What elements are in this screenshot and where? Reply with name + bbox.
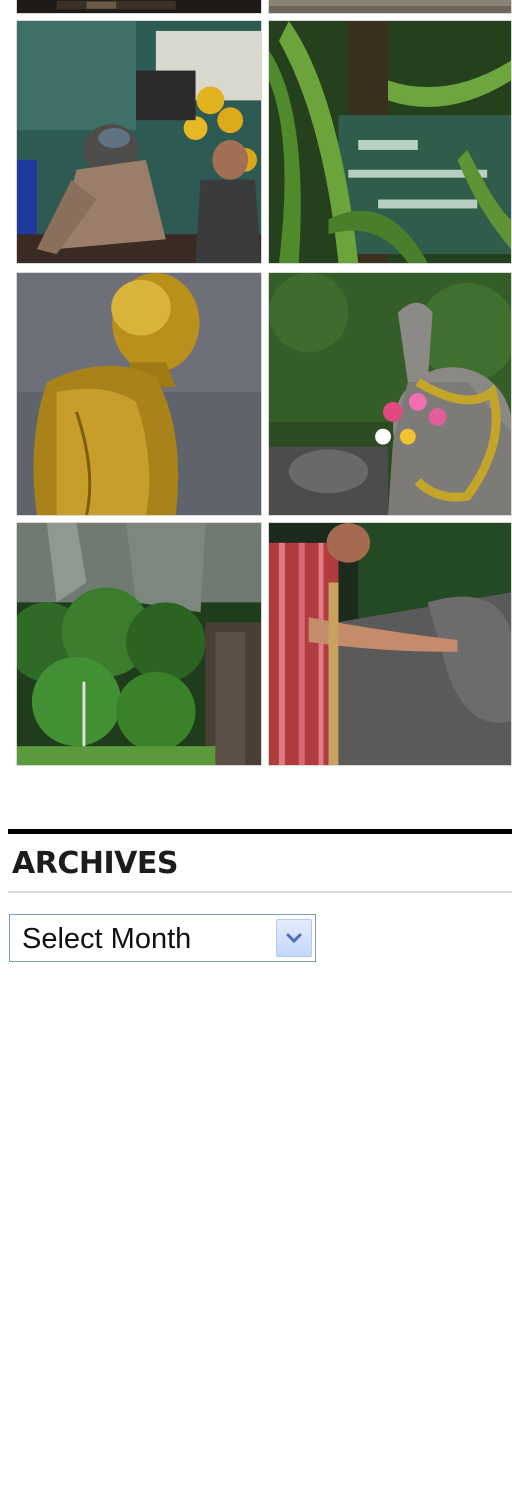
archives-divider <box>8 891 512 893</box>
gallery-thumb-7[interactable] <box>16 522 262 766</box>
gallery-thumb-1[interactable] <box>16 0 262 14</box>
gallery-thumb-5[interactable] <box>16 272 262 516</box>
gallery-thumb-2[interactable] <box>268 0 512 14</box>
gallery-thumb-8[interactable] <box>268 522 512 766</box>
dropdown-selected-value: Select Month <box>22 923 192 955</box>
archives-month-dropdown[interactable]: Select Month <box>9 914 316 962</box>
archives-heading: ARCHIVES <box>12 846 178 881</box>
chevron-down-icon <box>286 933 302 944</box>
archives-top-rule <box>8 829 512 834</box>
dropdown-button[interactable] <box>276 919 312 957</box>
gallery-thumb-4[interactable] <box>268 20 512 264</box>
gallery-thumb-3[interactable] <box>16 20 262 264</box>
photo-gallery-widget <box>14 0 512 770</box>
gallery-thumb-6[interactable] <box>268 272 512 516</box>
